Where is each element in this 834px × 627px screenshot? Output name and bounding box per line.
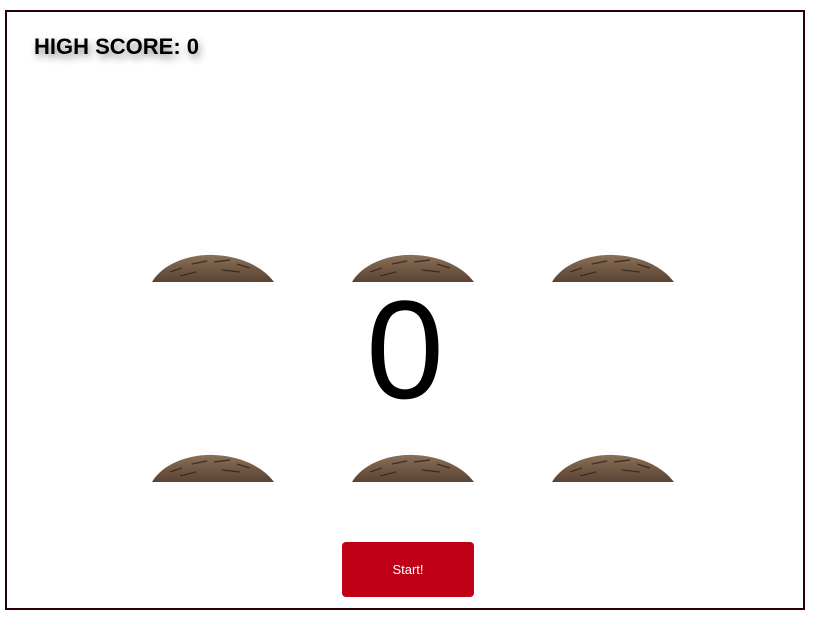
dirt-mound-icon bbox=[552, 454, 674, 482]
current-score: 0 bbox=[366, 271, 444, 428]
mole-hole-r1c1[interactable] bbox=[152, 252, 274, 282]
dirt-mound-icon bbox=[152, 254, 274, 282]
high-score-label: HIGH SCORE: 0 bbox=[34, 34, 200, 59]
start-button[interactable]: Start! bbox=[342, 542, 474, 597]
dirt-mound-icon bbox=[552, 254, 674, 282]
mole-hole-r2c2[interactable] bbox=[352, 452, 474, 482]
mole-hole-r1c3[interactable] bbox=[552, 252, 674, 282]
dirt-mound-icon bbox=[152, 454, 274, 482]
game-board: HIGH SCORE: 0 0 Start! bbox=[5, 10, 805, 610]
mole-hole-r2c3[interactable] bbox=[552, 452, 674, 482]
dirt-mound-icon bbox=[352, 454, 474, 482]
mole-hole-r2c1[interactable] bbox=[152, 452, 274, 482]
